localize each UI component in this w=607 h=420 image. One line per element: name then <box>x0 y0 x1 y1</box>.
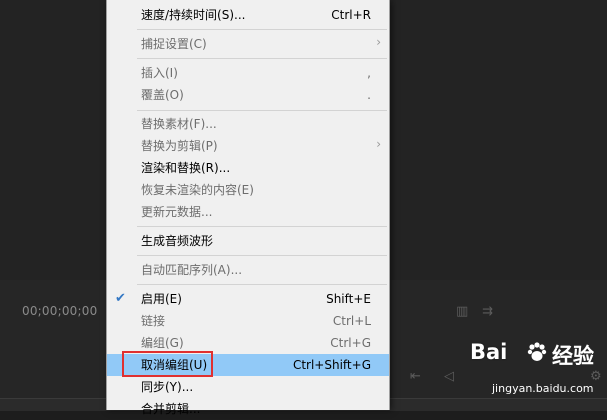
checkmark-icon: ✔ <box>115 291 126 306</box>
menu-item-label: 速度/持续时间(S)... <box>141 8 246 22</box>
menu-separator <box>137 226 387 227</box>
menu-item-shortcut: Ctrl+R <box>331 8 371 22</box>
context-menu: 速度/持续时间(S)... Ctrl+R 捕捉设置(C) › 插入(I) , 覆… <box>106 0 390 416</box>
menu-separator <box>137 110 387 111</box>
watermark-url: jingyan.baidu.com <box>492 382 594 395</box>
menu-item-shortcut: , <box>367 66 371 80</box>
menu-item-label: 更新元数据... <box>141 205 213 219</box>
menu-item-shortcut: Ctrl+Shift+G <box>292 358 371 372</box>
menu-item-label: 覆盖(O) <box>141 88 184 102</box>
menu-item-restore-unrendered[interactable]: 恢复未渲染的内容(E) <box>107 179 389 201</box>
menu-item-shortcut: Shift+E <box>326 292 371 306</box>
menu-separator <box>137 284 387 285</box>
menu-item-label: 替换为剪辑(P) <box>141 139 218 153</box>
menu-item-label: 插入(I) <box>141 66 178 80</box>
menu-item-overwrite[interactable]: 覆盖(O) . <box>107 84 389 106</box>
menu-item-label: 同步(Y)... <box>141 380 194 394</box>
menu-item-label: 生成音频波形 <box>141 234 214 248</box>
menu-item-auto-match-sequence[interactable]: 自动匹配序列(A)... <box>107 259 389 281</box>
mark-in-icon[interactable]: ⇤ <box>410 370 421 383</box>
menu-item-label: 编组(G) <box>141 336 184 350</box>
menu-item-capture-settings[interactable]: 捕捉设置(C) › <box>107 33 389 55</box>
menu-item-label: 自动匹配序列(A)... <box>141 263 243 277</box>
paw-icon <box>527 342 547 361</box>
menu-item-shortcut: Ctrl+L <box>332 314 371 328</box>
menu-item-speed-duration[interactable]: 速度/持续时间(S)... Ctrl+R <box>107 4 389 26</box>
menu-item-replace-with-clip[interactable]: 替换为剪辑(P) › <box>107 135 389 157</box>
menu-item-shortcut: Ctrl+G <box>330 336 371 350</box>
menu-item-label: 合并剪辑... <box>141 402 201 416</box>
menu-item-label: 替换素材(F)... <box>141 117 217 131</box>
menu-item-link[interactable]: 链接 Ctrl+L <box>107 310 389 332</box>
menu-item-insert[interactable]: 插入(I) , <box>107 62 389 84</box>
timecode-display: 00;00;00;00 <box>22 304 98 318</box>
step-back-icon[interactable]: ◁ <box>444 370 454 383</box>
menu-item-enable[interactable]: ✔ 启用(E) Shift+E <box>107 288 389 310</box>
menu-item-update-metadata[interactable]: 更新元数据... <box>107 201 389 223</box>
menu-item-shortcut: . <box>367 88 371 102</box>
menu-separator <box>137 255 387 256</box>
menu-item-label: 启用(E) <box>141 292 182 306</box>
menu-item-label: 渲染和替换(R)... <box>141 161 231 175</box>
menu-item-replace-footage[interactable]: 替换素材(F)... <box>107 113 389 135</box>
menu-item-merge-clips[interactable]: 合并剪辑... <box>107 398 389 420</box>
annotation-highlight-box <box>122 351 213 377</box>
watermark-logo-text-2: 经验 <box>552 344 594 368</box>
menu-item-render-and-replace[interactable]: 渲染和替换(R)... <box>107 157 389 179</box>
watermark-logo-text: Bai <box>470 340 508 364</box>
insert-icon[interactable]: ⇉ <box>482 305 493 318</box>
menu-item-label: 链接 <box>141 314 166 328</box>
menu-item-label: 捕捉设置(C) <box>141 37 207 51</box>
menu-separator <box>137 58 387 59</box>
menu-item-label: 恢复未渲染的内容(E) <box>141 183 254 197</box>
menu-separator <box>137 29 387 30</box>
menu-item-synchronize[interactable]: 同步(Y)... <box>107 376 389 398</box>
baidu-watermark: Bai 经验 jingyan.baidu.com <box>470 340 600 400</box>
menu-item-render-audio-waveform[interactable]: 生成音频波形 <box>107 230 389 252</box>
submenu-arrow-icon: › <box>376 35 381 49</box>
export-frame-icon[interactable]: ▥ <box>456 305 468 318</box>
submenu-arrow-icon: › <box>376 137 381 151</box>
